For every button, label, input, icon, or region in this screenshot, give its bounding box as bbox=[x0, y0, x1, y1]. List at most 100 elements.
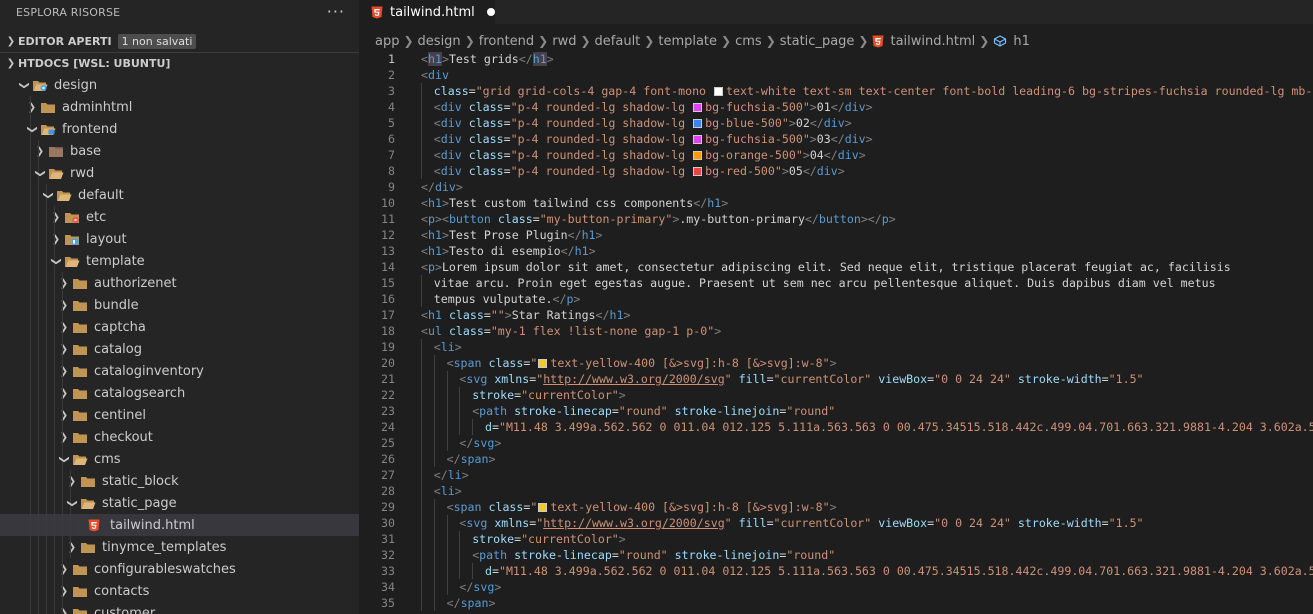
code-token-txt: = bbox=[514, 532, 522, 546]
breadcrumb-item-template[interactable]: template bbox=[658, 34, 717, 49]
color-swatch-orange[interactable] bbox=[693, 151, 703, 160]
code-token-txt: = bbox=[766, 372, 774, 386]
folder-open-icon bbox=[64, 254, 80, 268]
breadcrumb-item-h1[interactable]: h1 bbox=[1013, 34, 1030, 49]
more-actions-icon[interactable]: ··· bbox=[327, 4, 345, 20]
unsaved-badge: 1 non salvati bbox=[117, 33, 197, 49]
indent-guide bbox=[46, 602, 47, 614]
code-token-str: "my-button-primary" bbox=[539, 212, 673, 226]
indent-guide bbox=[421, 387, 422, 403]
chevron-down-icon: ❯ bbox=[42, 190, 54, 200]
breadcrumb-item-cms[interactable]: cms bbox=[735, 34, 762, 49]
tree-item-tailwind-html[interactable]: ❯tailwind.html bbox=[0, 514, 359, 536]
indent-guide bbox=[459, 563, 461, 579]
tree-item-layout[interactable]: ❯ layout bbox=[0, 228, 359, 250]
tab-tailwind-html[interactable]: tailwind.html bbox=[359, 0, 495, 24]
tree-item-bundle[interactable]: ❯ bundle bbox=[0, 294, 359, 316]
code-token-attr: class bbox=[468, 116, 504, 130]
indent-guide bbox=[459, 547, 461, 563]
tree-item-cataloginventory[interactable]: ❯ cataloginventory bbox=[0, 360, 359, 382]
html5-icon bbox=[872, 35, 884, 48]
indent-guide bbox=[30, 338, 31, 360]
folder-icon bbox=[72, 386, 88, 400]
code-token-attr: class bbox=[488, 356, 524, 370]
indent-guide bbox=[30, 294, 31, 316]
indent-guide bbox=[30, 404, 31, 426]
tree-item-tinymce-templates[interactable]: ❯ tinymce_templates bbox=[0, 536, 359, 558]
line-number: 18 bbox=[381, 324, 395, 338]
color-swatch-fuchsia[interactable] bbox=[693, 135, 703, 144]
tree-item-checkout[interactable]: ❯ checkout bbox=[0, 426, 359, 448]
tree-item-cms[interactable]: ❯ cms bbox=[0, 448, 359, 470]
breadcrumb-item-design[interactable]: design bbox=[418, 34, 461, 49]
breadcrumb-item-rwd[interactable]: rwd bbox=[552, 34, 576, 49]
tree-item-catalogsearch[interactable]: ❯ catalogsearch bbox=[0, 382, 359, 404]
workspace-section[interactable]: ❯ HTDOCS [WSL: UBUNTU] bbox=[0, 52, 359, 74]
code-token-br: </ bbox=[809, 116, 824, 130]
explorer-header: ESPLORA RISORSE ··· bbox=[0, 0, 359, 24]
breadcrumb-item-frontend[interactable]: frontend bbox=[479, 34, 534, 49]
color-swatch-yellow[interactable] bbox=[538, 359, 548, 368]
breadcrumb-item-tailwind-html[interactable]: tailwind.html bbox=[890, 34, 975, 49]
tree-item-frontend[interactable]: ❯ frontend bbox=[0, 118, 359, 140]
indent-guide bbox=[54, 470, 55, 492]
color-swatch-fuchsia[interactable] bbox=[693, 103, 703, 112]
code-token-tag: div bbox=[816, 164, 838, 178]
tree-item-etc[interactable]: ❯ etc bbox=[0, 206, 359, 228]
line-number: 24 bbox=[381, 420, 395, 434]
breadcrumb-item-static-page[interactable]: static_page bbox=[780, 34, 855, 49]
code-token-tag: svg bbox=[473, 580, 495, 594]
code-line: 9 </div> bbox=[359, 179, 1313, 195]
breadcrumb-item-app[interactable]: app bbox=[375, 34, 399, 49]
tree-item-default[interactable]: ❯ default bbox=[0, 184, 359, 206]
indent-guide bbox=[30, 272, 31, 294]
chevron-right-icon: ❯ bbox=[644, 34, 655, 48]
line-number: 16 bbox=[381, 292, 395, 306]
tree-item-adminhtml[interactable]: ❯ adminhtml bbox=[0, 96, 359, 118]
tree-item-static-block[interactable]: ❯ static_block bbox=[0, 470, 359, 492]
code-line: 33 d="M11.48 3.499a.562.562 0 011.04 012.… bbox=[359, 563, 1313, 579]
color-swatch-white[interactable] bbox=[714, 87, 724, 96]
code-token-link[interactable]: http://www.w3.org/2000/svg bbox=[543, 516, 724, 530]
color-swatch-yellow[interactable] bbox=[538, 503, 548, 512]
tree-item-captcha[interactable]: ❯ captcha bbox=[0, 316, 359, 338]
code-token-link[interactable]: http://www.w3.org/2000/svg bbox=[543, 372, 724, 386]
tree-item-customer[interactable]: ❯ customer bbox=[0, 602, 359, 614]
tree-item-template[interactable]: ❯ template bbox=[0, 250, 359, 272]
code-editor[interactable]: 1 <h1>Test grids</h1> 2 <div 3 class="grid gr… bbox=[359, 51, 1313, 614]
color-swatch-red[interactable] bbox=[693, 167, 703, 176]
indent-guide bbox=[433, 371, 435, 387]
code-line: 22 stroke="currentColor"> bbox=[359, 387, 1313, 403]
indent-guide bbox=[54, 360, 55, 382]
chevron-right-icon: ❯ bbox=[59, 321, 69, 333]
code-line: 10 <h1>Test custom tailwind css component… bbox=[359, 195, 1313, 211]
tree-item-catalog[interactable]: ❯ catalog bbox=[0, 338, 359, 360]
indent-guide bbox=[38, 382, 39, 404]
indent-guide bbox=[46, 272, 47, 294]
tree-item-centinel[interactable]: ❯ centinel bbox=[0, 404, 359, 426]
tree-item-contacts[interactable]: ❯ contacts bbox=[0, 580, 359, 602]
breadcrumb-item-default[interactable]: default bbox=[595, 34, 641, 49]
code-text: <svg xmlns="http://www.w3.org/2000/svg" … bbox=[459, 371, 1143, 387]
code-token-tag: li bbox=[440, 340, 455, 354]
code-token-br: </ bbox=[693, 196, 708, 210]
code-token-attr: class bbox=[448, 324, 484, 338]
chevron-right-icon: ❯ bbox=[464, 34, 475, 48]
code-token-str: bg-fuchsia-500" bbox=[705, 132, 810, 146]
code-token-tag: h1 bbox=[609, 308, 624, 322]
tree-item-rwd[interactable]: ❯ rwd bbox=[0, 162, 359, 184]
tree-item-authorizenet[interactable]: ❯ authorizenet bbox=[0, 272, 359, 294]
indent-guide bbox=[30, 514, 31, 536]
indent-guide bbox=[46, 448, 47, 470]
tree-item-design[interactable]: ❯ design bbox=[0, 74, 359, 96]
unsaved-dot-icon[interactable] bbox=[486, 8, 495, 16]
color-swatch-blue[interactable] bbox=[693, 119, 703, 128]
open-editors-section[interactable]: ❯ EDITOR APERTI 1 non salvati bbox=[0, 30, 359, 52]
tree-item-base[interactable]: ❯ base bbox=[0, 140, 359, 162]
tree-item-configurableswatches[interactable]: ❯ configurableswatches bbox=[0, 558, 359, 580]
tree-item-static-page[interactable]: ❯ static_page bbox=[0, 492, 359, 514]
code-token-str: "p-4 rounded-lg shadow-lg bbox=[510, 148, 693, 162]
code-token-attr: viewBox bbox=[878, 372, 928, 386]
